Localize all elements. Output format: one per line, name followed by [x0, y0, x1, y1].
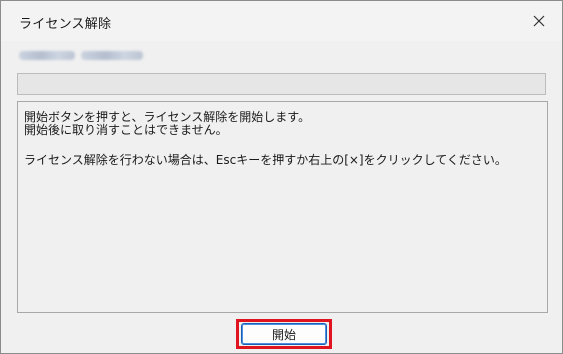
- progress-bar: [17, 73, 546, 95]
- message-line: 開始後に取り消すことはできません。: [24, 123, 228, 137]
- blurred-text-segment: [81, 51, 143, 60]
- license-release-dialog: ライセンス解除 開始ボタンを押すと、ライセンス解除を開始します。 開始後に取り消…: [0, 0, 563, 354]
- close-button[interactable]: [516, 1, 562, 41]
- title-bar: ライセンス解除: [1, 1, 562, 41]
- message-line: 開始ボタンを押すと、ライセンス解除を開始します。: [24, 110, 311, 124]
- message-line: ライセンス解除を行わない場合は、Escキーを押すか右上の[×]をクリックしてくだ…: [24, 153, 507, 167]
- blurred-text-segment: [19, 51, 75, 60]
- window-title: ライセンス解除: [19, 17, 112, 32]
- blurred-status-text: [19, 48, 149, 64]
- message-area: 開始ボタンを押すと、ライセンス解除を開始します。 開始後に取り消すことはできませ…: [17, 101, 548, 313]
- start-button[interactable]: 開始: [241, 323, 327, 345]
- close-icon: [533, 15, 545, 27]
